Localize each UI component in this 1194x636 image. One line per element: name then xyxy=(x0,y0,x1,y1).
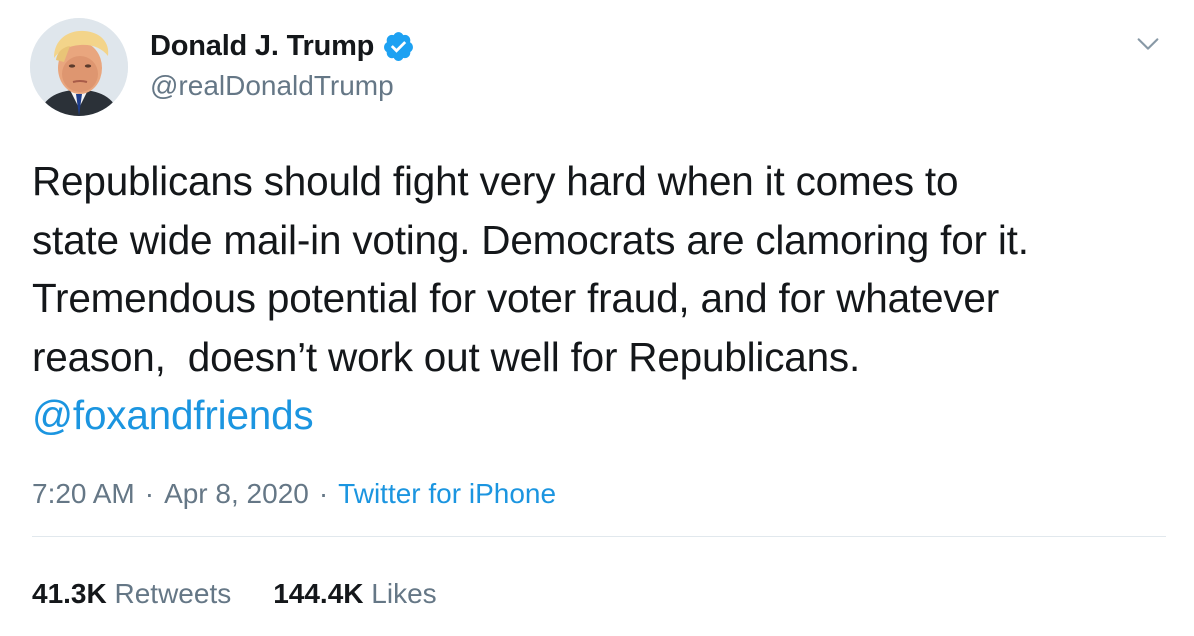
tweet-source-link[interactable]: Twitter for iPhone xyxy=(338,478,556,509)
meta-separator: · xyxy=(144,478,155,509)
author-handle[interactable]: @realDonaldTrump xyxy=(150,70,394,102)
verified-badge-icon xyxy=(382,30,415,63)
tweet-text: Republicans should fight very hard when … xyxy=(32,152,1162,445)
chevron-down-icon[interactable] xyxy=(1134,30,1162,58)
retweets-stat[interactable]: 41.3K Retweets xyxy=(32,578,231,610)
author-name-row[interactable]: Donald J. Trump xyxy=(150,30,415,63)
tweet-text-line: state wide mail-in voting. Democrats are… xyxy=(32,216,1029,263)
retweets-count: 41.3K xyxy=(32,578,107,609)
meta-separator: · xyxy=(318,478,329,509)
tweet-time[interactable]: 7:20 AM xyxy=(32,478,135,509)
tweet-card: Donald J. Trump @realDonaldTrump Republi… xyxy=(0,0,1194,636)
tweet-text-line: Tremendous potential for voter fraud, an… xyxy=(32,275,999,322)
author-display-name[interactable]: Donald J. Trump xyxy=(150,30,374,63)
tweet-date[interactable]: Apr 8, 2020 xyxy=(164,478,309,509)
mention-link[interactable]: @foxandfriends xyxy=(32,386,1162,445)
likes-count: 144.4K xyxy=(273,578,364,609)
tweet-text-line: Republicans should fight very hard when … xyxy=(32,158,959,204)
tweet-metadata: 7:20 AM · Apr 8, 2020 · Twitter for iPhone xyxy=(32,478,556,510)
retweets-label: Retweets xyxy=(114,578,232,609)
likes-stat[interactable]: 144.4K Likes xyxy=(273,578,436,610)
likes-label: Likes xyxy=(371,578,437,609)
avatar[interactable] xyxy=(30,18,128,116)
engagement-stats: 41.3K Retweets 144.4K Likes xyxy=(32,578,437,610)
tweet-text-line: reason, doesn’t work out well for Republ… xyxy=(32,333,861,380)
avatar-image xyxy=(30,18,128,116)
divider xyxy=(32,536,1166,537)
